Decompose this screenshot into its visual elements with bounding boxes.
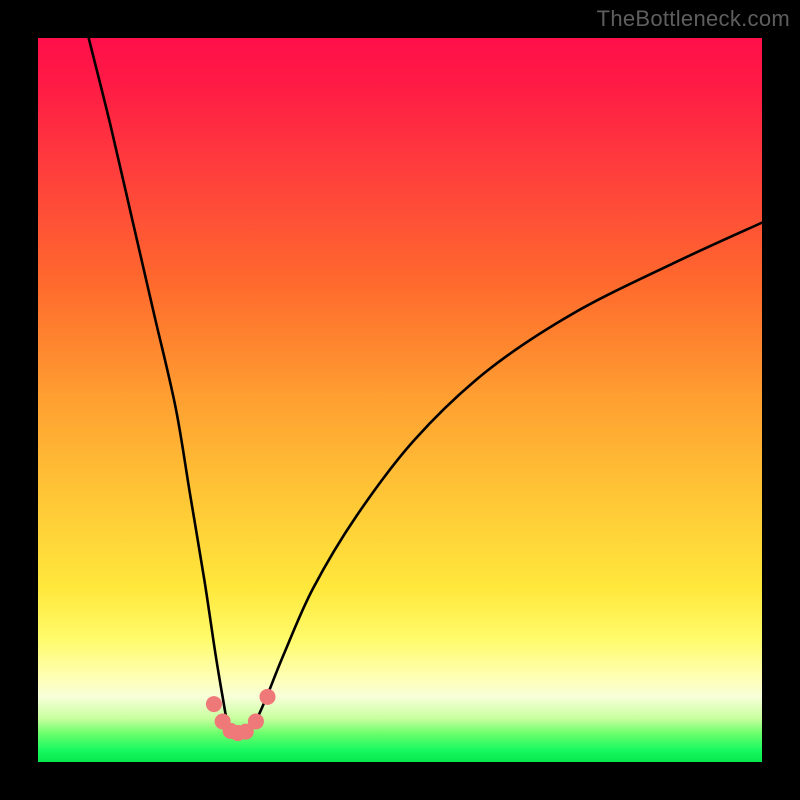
marker-point bbox=[260, 689, 276, 705]
marker-point bbox=[248, 713, 264, 729]
optimum-markers bbox=[206, 689, 276, 741]
chart-frame: TheBottleneck.com bbox=[0, 0, 800, 800]
plot-area bbox=[38, 38, 762, 762]
watermark-text: TheBottleneck.com bbox=[597, 6, 790, 32]
bottleneck-curve bbox=[89, 38, 762, 734]
chart-svg bbox=[38, 38, 762, 762]
marker-point bbox=[206, 696, 222, 712]
